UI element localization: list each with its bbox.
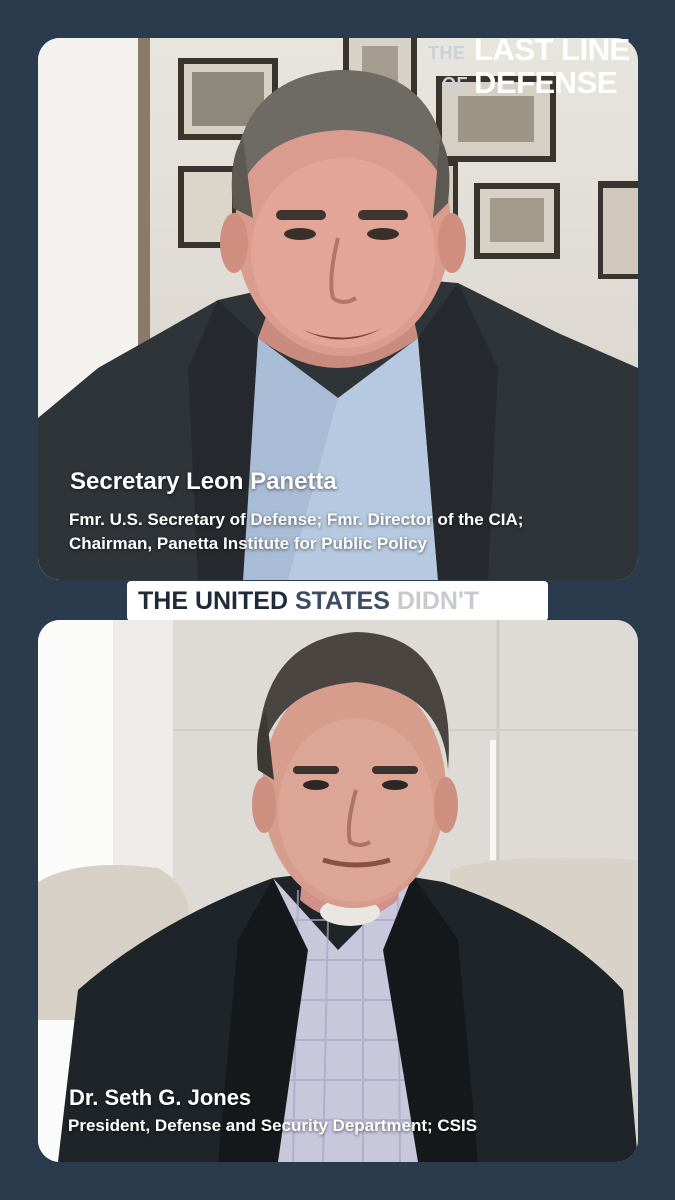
caption-word: DIDN'T [396,587,480,615]
brand-of: OF [442,74,468,94]
caption-bar: THE UNITED STATES DIDN'T [127,581,548,621]
speaker-title-line2: Chairman, Panetta Institute for Public P… [69,534,428,553]
caption-word: THE [138,587,188,615]
speaker-name: Dr. Seth G. Jones [69,1085,252,1110]
speaker-name: Secretary Leon Panetta [70,468,337,495]
video-panel-bottom: Dr. Seth G. Jones President, Defense and… [38,620,638,1162]
brand-the: THE [428,43,466,63]
speaker-title-line1: Fmr. U.S. Secretary of Defense; Fmr. Dir… [69,510,524,529]
brand-logo: THE OF LAST LINE DEFENSE [428,34,643,104]
caption-word: STATES [294,587,390,615]
office-scene [38,38,638,580]
video-panel-top: Secretary Leon Panetta Fmr. U.S. Secreta… [38,38,638,580]
caption-word: UNITED [194,587,289,615]
room-scene [38,620,638,1162]
speaker-title-line1: President, Defense and Security Departme… [68,1116,478,1135]
brand-line2: DEFENSE [474,65,617,100]
brand-line1: LAST LINE [474,32,630,67]
